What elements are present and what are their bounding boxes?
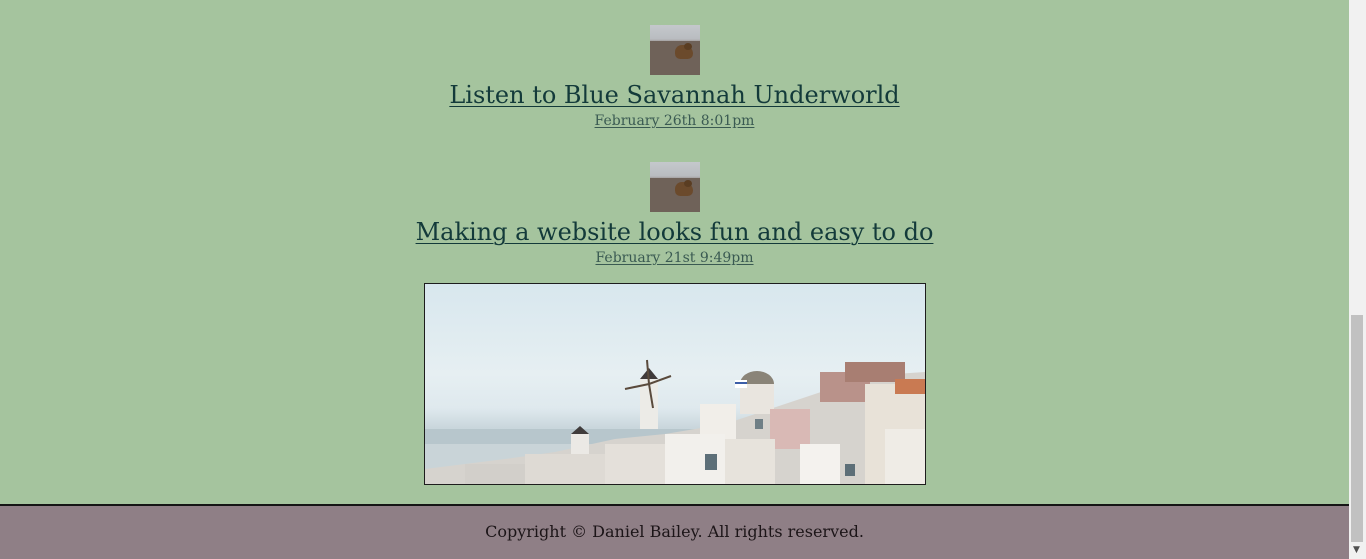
hero-image [424, 283, 926, 485]
thumbnail-rock [649, 41, 700, 75]
santorini-village-illustration [425, 359, 925, 484]
post-date: February 26th 8:01pm [0, 112, 1349, 130]
post-date-link[interactable]: February 26th 8:01pm [595, 113, 755, 129]
scrollbar-thumb[interactable] [1351, 315, 1363, 542]
post-title-link[interactable]: Listen to Blue Savannah Underworld [449, 80, 899, 110]
post-item: Making a website looks fun and easy to d… [0, 162, 1349, 267]
thumbnail-rock [649, 178, 700, 212]
footer-copyright: Copyright © Daniel Bailey. All rights re… [485, 522, 864, 541]
vertical-scrollbar[interactable]: ▼ [1349, 0, 1366, 559]
site-footer: Copyright © Daniel Bailey. All rights re… [0, 504, 1349, 559]
thumbnail-marmot-head [683, 180, 692, 187]
post-date: February 21st 9:49pm [0, 249, 1349, 267]
post-date-link[interactable]: February 21st 9:49pm [595, 250, 753, 266]
page: Listen to Blue Savannah Underworld Febru… [0, 0, 1366, 559]
post-thumbnail-icon[interactable] [649, 162, 700, 212]
main-content: Listen to Blue Savannah Underworld Febru… [0, 0, 1349, 504]
scroll-down-arrow-icon[interactable]: ▼ [1353, 545, 1360, 555]
post-thumbnail-icon[interactable] [649, 25, 700, 75]
thumbnail-marmot-head [683, 43, 692, 50]
post-title-link[interactable]: Making a website looks fun and easy to d… [416, 217, 934, 247]
post-item: Listen to Blue Savannah Underworld Febru… [0, 25, 1349, 130]
